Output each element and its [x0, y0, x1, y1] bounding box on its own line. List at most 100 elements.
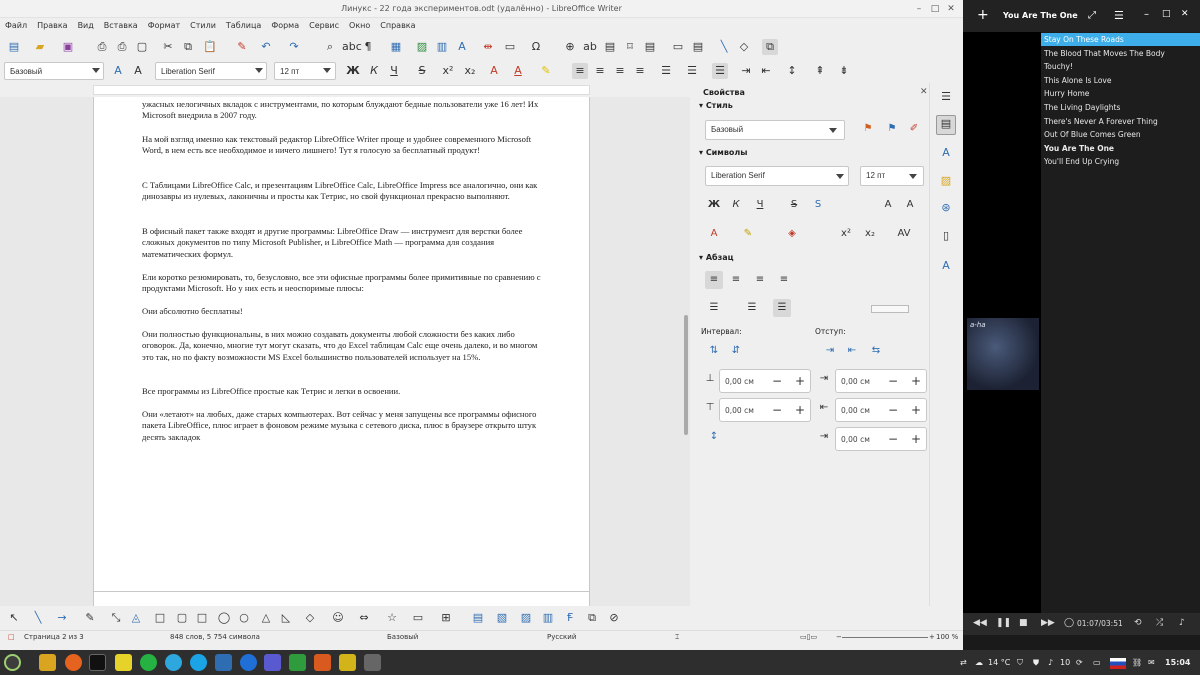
chars-section-header[interactable]: ▾ Символы: [699, 148, 747, 157]
paragraph-style-select[interactable]: Базовый: [4, 62, 104, 80]
decrease-indent-icon[interactable]: ⇤: [843, 342, 861, 360]
close-icon[interactable]: ✕: [920, 87, 928, 97]
block-arrows-icon[interactable]: ⇔: [356, 610, 372, 626]
paragraph[interactable]: ужасных нелогичных вкладок с инструмента…: [142, 99, 542, 122]
increase-font-icon[interactable]: A: [879, 196, 897, 214]
superscript-icon[interactable]: x²: [837, 225, 855, 243]
square-icon[interactable]: □: [194, 610, 210, 626]
toggle-extrusion-icon[interactable]: ⧉: [584, 610, 600, 626]
shield-icon[interactable]: ⛊: [1033, 658, 1039, 668]
paragraph[interactable]: Все программы из LibreOffice простые как…: [142, 386, 542, 397]
minimize-icon[interactable]: –: [912, 2, 926, 16]
find-replace-icon[interactable]: ⌕: [322, 39, 338, 55]
align-left-icon[interactable]: ≡: [572, 63, 588, 79]
align-center-icon[interactable]: ≡: [592, 63, 608, 79]
page-counter[interactable]: Страница 2 из 3: [24, 633, 84, 641]
mint-menu-icon[interactable]: [4, 654, 21, 671]
insert-image-icon[interactable]: ▨: [414, 39, 430, 55]
rectangle-icon[interactable]: □: [152, 610, 168, 626]
sidebar-menu-icon[interactable]: ☰: [938, 89, 954, 105]
justify-icon[interactable]: ≡: [632, 63, 648, 79]
add-icon[interactable]: +: [977, 7, 989, 23]
cross-reference-icon[interactable]: ▤: [642, 39, 658, 55]
menu-icon[interactable]: ☰: [1114, 9, 1124, 22]
zoom-in-icon[interactable]: +: [929, 633, 935, 641]
stars-icon[interactable]: ☆: [384, 610, 400, 626]
print-preview-icon[interactable]: ▢: [134, 39, 150, 55]
menu-edit[interactable]: Правка: [32, 18, 72, 33]
view-layout-icon[interactable]: ▭▯▭: [800, 633, 817, 641]
track-changes-icon[interactable]: ▤: [690, 39, 706, 55]
insert-text-icon[interactable]: ▥: [540, 610, 556, 626]
menu-table[interactable]: Таблица: [221, 18, 266, 33]
document-page[interactable]: [93, 591, 590, 606]
stop-icon[interactable]: ■: [1019, 618, 1028, 628]
bullets-icon[interactable]: ☰: [705, 299, 723, 317]
align-center-icon[interactable]: ≡: [727, 271, 745, 289]
new-style-icon[interactable]: ⚑: [883, 120, 901, 138]
insert-line-icon[interactable]: ╲: [716, 39, 732, 55]
menu-file[interactable]: Файл: [0, 18, 32, 33]
flowchart-icon[interactable]: ⊞: [438, 610, 454, 626]
menu-insert[interactable]: Вставка: [99, 18, 143, 33]
telegram-icon[interactable]: [165, 654, 182, 671]
clear-formatting-icon[interactable]: A: [486, 63, 502, 79]
right-triangle-icon[interactable]: ◺: [278, 610, 294, 626]
paragraph[interactable]: В офисный пакет также входят и другие пр…: [142, 226, 542, 260]
first-line-indent-stepper[interactable]: 0,00 см − +: [835, 427, 927, 451]
subscript-icon[interactable]: x₂: [462, 63, 478, 79]
previous-icon[interactable]: ◀◀: [973, 618, 987, 628]
update-icon[interactable]: ⛉: [1017, 658, 1023, 668]
underline-icon[interactable]: Ч: [386, 63, 402, 79]
diamond-icon[interactable]: ◇: [302, 610, 318, 626]
circle-icon[interactable]: ○: [236, 610, 252, 626]
paragraph[interactable]: Ели коротко резюмировать, то, безусловно…: [142, 272, 542, 295]
copy-icon[interactable]: ⧉: [180, 39, 196, 55]
callout-icon[interactable]: ▭: [410, 610, 426, 626]
draw-icon[interactable]: [339, 654, 356, 671]
playlist-track[interactable]: The Living Daylights: [1041, 101, 1200, 114]
paragraph[interactable]: С Таблицами LibreOffice Calc, и презента…: [142, 180, 542, 203]
maximize-icon[interactable]: □: [1162, 9, 1171, 19]
paragraph-background-color[interactable]: [871, 305, 909, 313]
notes-icon[interactable]: [115, 654, 132, 671]
next-icon[interactable]: ▶▶: [1041, 618, 1055, 628]
sync-icon[interactable]: ⟳: [1076, 658, 1083, 667]
special-character-icon[interactable]: Ω: [528, 39, 544, 55]
weather-icon[interactable]: ☁: [975, 658, 983, 667]
insert-table-icon[interactable]: ▦: [388, 39, 404, 55]
document-page[interactable]: ужасных нелогичных вкладок с инструмента…: [93, 97, 590, 606]
align-left-icon[interactable]: ≡: [705, 271, 723, 289]
document-area[interactable]: ужасных нелогичных вкладок с инструмента…: [0, 97, 690, 606]
paragraph-spacing-icon[interactable]: ⇞: [812, 63, 828, 79]
paragraph-spacing-down-icon[interactable]: ⇟: [836, 63, 852, 79]
insert-field-icon[interactable]: ▭: [502, 39, 518, 55]
decrease-font-icon[interactable]: A: [901, 196, 919, 214]
font-name-select[interactable]: Liberation Serif: [155, 62, 267, 80]
open-folder-icon[interactable]: ▰: [32, 39, 48, 55]
align-right-icon[interactable]: ≡: [612, 63, 628, 79]
word-count[interactable]: 848 слов, 5 754 символа: [170, 633, 260, 641]
redo-icon[interactable]: ↷: [286, 39, 302, 55]
comment-icon[interactable]: ▭: [670, 39, 686, 55]
whatsapp-icon[interactable]: [140, 654, 157, 671]
shadow-icon[interactable]: S: [809, 196, 827, 214]
paragraph[interactable]: Они абсолютно бесплатны!: [142, 306, 542, 317]
firefox-icon[interactable]: [65, 654, 82, 671]
strikethrough-icon[interactable]: S: [785, 196, 803, 214]
playlist-track[interactable]: Stay On These Roads: [1041, 33, 1200, 46]
vertical-scrollbar[interactable]: [684, 315, 688, 435]
playlist-track[interactable]: This Alone Is Love: [1041, 74, 1200, 87]
insert-textbox-icon[interactable]: A: [454, 39, 470, 55]
fontwork-icon[interactable]: Ꞙ: [562, 610, 578, 626]
playlist-track[interactable]: Hurry Home: [1041, 87, 1200, 100]
ellipse-icon[interactable]: ◯: [216, 610, 232, 626]
update-style-icon[interactable]: ⚑: [859, 120, 877, 138]
hanging-indent-icon[interactable]: ⇆: [867, 342, 885, 360]
rounded-rectangle-icon[interactable]: ▢: [174, 610, 190, 626]
line-icon[interactable]: ╲: [30, 610, 46, 626]
style-select[interactable]: Базовый: [705, 120, 845, 140]
superscript-icon[interactable]: x²: [440, 63, 456, 79]
curve-icon[interactable]: ✎: [82, 610, 98, 626]
paragraph[interactable]: На мой взгляд именно как текстовый редак…: [142, 134, 542, 157]
